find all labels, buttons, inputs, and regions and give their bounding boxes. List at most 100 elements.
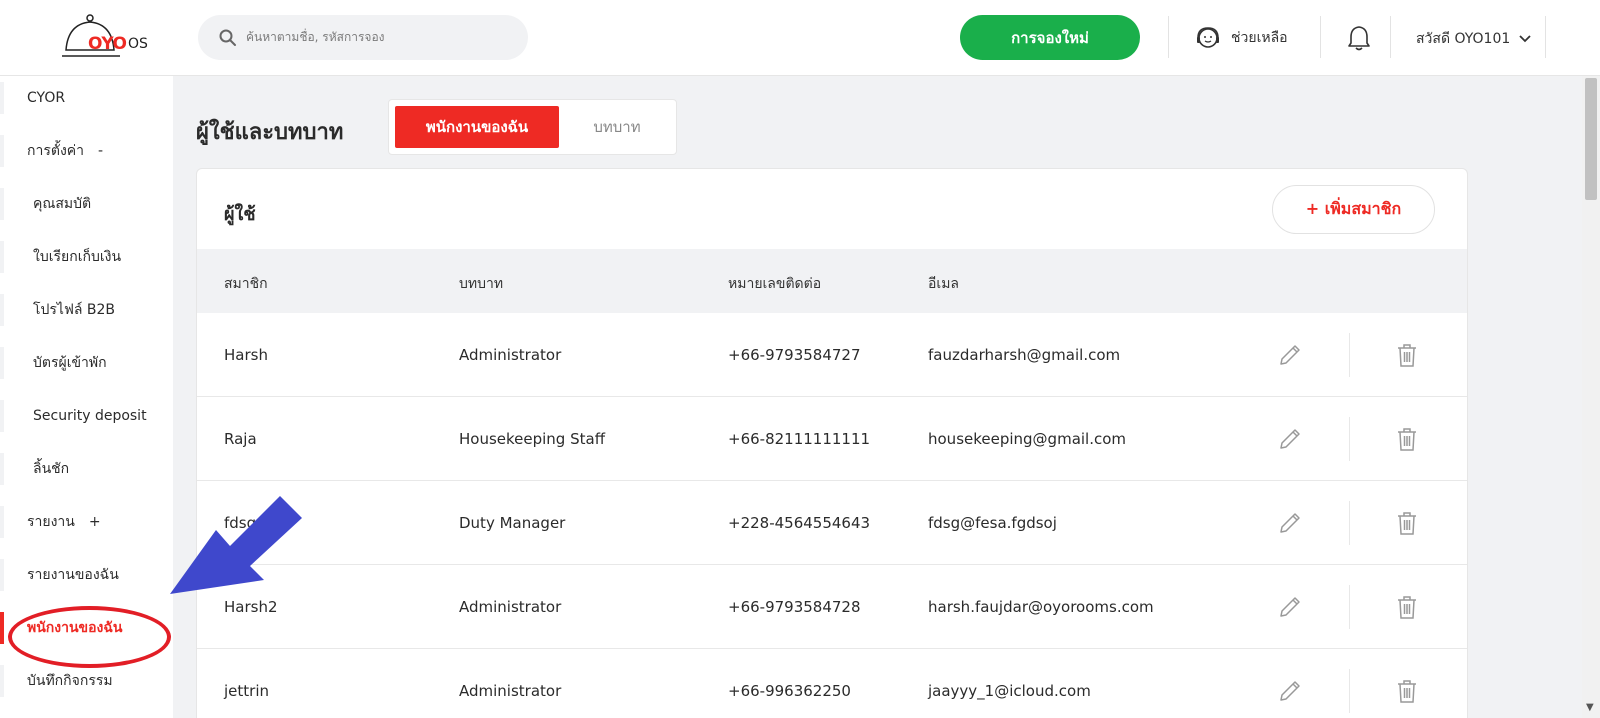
sidebar-item-indicator bbox=[0, 453, 4, 485]
top-header: OYO OS การจองใหม่ ช่วยเหลือ สวัสดี OYO10… bbox=[0, 0, 1600, 76]
help-label: ช่วยเหลือ bbox=[1231, 30, 1288, 46]
header-divider bbox=[1390, 16, 1391, 58]
notification-bell[interactable] bbox=[1346, 24, 1372, 56]
column-header-role: บทบาท bbox=[459, 276, 504, 292]
trash-icon[interactable] bbox=[1395, 342, 1419, 368]
annotation-arrow-icon bbox=[170, 496, 302, 594]
help-link[interactable]: ช่วยเหลือ bbox=[1195, 24, 1288, 52]
pencil-icon[interactable] bbox=[1277, 594, 1303, 620]
add-member-button[interactable]: + เพิ่มสมาชิก bbox=[1272, 185, 1435, 234]
search-box[interactable] bbox=[198, 15, 528, 60]
sidebar-item-label: Security deposit bbox=[33, 408, 147, 424]
member-name: jettrin bbox=[224, 682, 269, 700]
table-header: สมาชิก บทบาท หมายเลขติดต่อ อีเมล bbox=[197, 249, 1467, 313]
sidebar-item-label: การตั้งค่า bbox=[27, 143, 85, 159]
page-title: ผู้ใช้และบทบาท bbox=[196, 120, 344, 145]
pencil-icon[interactable] bbox=[1277, 342, 1303, 368]
sidebar-item-label: บัตรผู้เข้าพัก bbox=[33, 355, 107, 371]
action-divider bbox=[1349, 417, 1350, 461]
sidebar-item-properties[interactable]: คุณสมบัติ bbox=[0, 182, 173, 226]
tab-bar: พนักงานของฉัน บทบาท bbox=[388, 99, 677, 155]
column-header-email: อีเมล bbox=[928, 276, 960, 292]
member-role: Housekeeping Staff bbox=[459, 430, 606, 448]
logo-suffix: OS bbox=[128, 36, 148, 52]
bell-icon bbox=[1348, 26, 1370, 51]
table-row: Raja Housekeeping Staff +66-82111111111 … bbox=[197, 397, 1467, 481]
sidebar-item-indicator bbox=[0, 82, 4, 114]
chevron-down-icon bbox=[1519, 35, 1531, 43]
card-title: ผู้ใช้ bbox=[224, 204, 256, 225]
trash-icon[interactable] bbox=[1395, 678, 1419, 704]
sidebar-item-label: ลิ้นชัก bbox=[33, 461, 70, 477]
oyo-os-logo[interactable]: OYO OS bbox=[62, 12, 152, 62]
sidebar-item-guest-card[interactable]: บัตรผู้เข้าพัก bbox=[0, 341, 173, 385]
sidebar-item-indicator bbox=[0, 347, 4, 379]
member-role: Administrator bbox=[459, 682, 562, 700]
sidebar-item-label: ใบเรียกเก็บเงิน bbox=[33, 249, 122, 265]
member-role: Duty Manager bbox=[459, 514, 566, 532]
sidebar-item-my-reports[interactable]: รายงานของฉัน bbox=[0, 553, 173, 597]
users-card: ผู้ใช้ + เพิ่มสมาชิก สมาชิก บทบาท หมายเล… bbox=[196, 168, 1468, 718]
sidebar-item-label: บันทึกกิจกรรม bbox=[27, 673, 113, 689]
tab-my-staff[interactable]: พนักงานของฉัน bbox=[395, 106, 559, 148]
sidebar-item-b2b-profile[interactable]: โปรไฟล์ B2B bbox=[0, 288, 173, 332]
sidebar-item-indicator bbox=[0, 135, 4, 167]
pencil-icon[interactable] bbox=[1277, 510, 1303, 536]
new-booking-button[interactable]: การจองใหม่ bbox=[960, 15, 1140, 60]
sidebar-item-indicator bbox=[0, 506, 4, 538]
header-divider bbox=[1545, 16, 1546, 58]
sidebar-item-reports[interactable]: รายงาน + bbox=[0, 500, 173, 544]
member-email: fdsg@fesa.fgdsoj bbox=[928, 514, 1057, 532]
user-greeting: สวัสดี OYO101 bbox=[1416, 31, 1511, 47]
trash-icon[interactable] bbox=[1395, 594, 1419, 620]
member-role: Administrator bbox=[459, 346, 562, 364]
member-name: Harsh bbox=[224, 346, 268, 364]
sidebar-item-label: รายงานของฉัน bbox=[27, 567, 119, 583]
action-divider bbox=[1349, 333, 1350, 377]
action-divider bbox=[1349, 585, 1350, 629]
column-header-member: สมาชิก bbox=[224, 276, 268, 292]
pencil-icon[interactable] bbox=[1277, 678, 1303, 704]
member-phone: +66-996362250 bbox=[728, 682, 851, 700]
sidebar-item-indicator bbox=[0, 559, 4, 591]
sidebar-item-drawer[interactable]: ลิ้นชัก bbox=[0, 447, 173, 491]
member-email: jaayyy_1@icloud.com bbox=[928, 682, 1091, 700]
page-scrollbar[interactable]: ▼ bbox=[1582, 76, 1600, 718]
member-phone: +228-4564554643 bbox=[728, 514, 871, 532]
header-divider bbox=[1168, 16, 1169, 58]
sidebar-item-invoices[interactable]: ใบเรียกเก็บเงิน bbox=[0, 235, 173, 279]
member-email: housekeeping@gmail.com bbox=[928, 430, 1127, 448]
search-icon bbox=[219, 29, 236, 46]
action-divider bbox=[1349, 501, 1350, 545]
sidebar-item-label: คุณสมบัติ bbox=[33, 196, 92, 212]
support-agent-icon bbox=[1197, 27, 1219, 48]
sidebar-item-indicator bbox=[0, 665, 4, 697]
scroll-down-arrow-icon[interactable]: ▼ bbox=[1586, 702, 1594, 713]
member-email: harsh.faujdar@oyorooms.com bbox=[928, 598, 1154, 616]
sidebar-item-indicator bbox=[0, 188, 4, 220]
user-menu[interactable]: สวัสดี OYO101 bbox=[1416, 28, 1532, 50]
table-row: fdsg Duty Manager +228-4564554643 fdsg@f… bbox=[197, 481, 1467, 565]
sidebar-item-label: รายงาน bbox=[27, 514, 75, 530]
sidebar-item-label: CYOR bbox=[27, 90, 66, 106]
sidebar-item-indicator bbox=[0, 400, 4, 432]
sidebar-item-indicator bbox=[0, 241, 4, 273]
member-email: fauzdarharsh@gmail.com bbox=[928, 346, 1121, 364]
search-input[interactable] bbox=[246, 23, 516, 51]
header-divider bbox=[1320, 16, 1321, 58]
annotation-highlight-ellipse bbox=[8, 606, 171, 668]
table-row: Harsh Administrator +66-9793584727 fauzd… bbox=[197, 313, 1467, 397]
logo-wordmark: OYO bbox=[88, 34, 127, 54]
pencil-icon[interactable] bbox=[1277, 426, 1303, 452]
trash-icon[interactable] bbox=[1395, 426, 1419, 452]
sidebar-item-label: โปรไฟล์ B2B bbox=[33, 302, 116, 318]
sidebar-item-security-deposit[interactable]: Security deposit bbox=[0, 394, 173, 438]
sidebar-item-cyor[interactable]: CYOR bbox=[0, 76, 173, 120]
sidebar-item-settings[interactable]: การตั้งค่า - bbox=[0, 129, 173, 173]
member-name: Raja bbox=[224, 430, 257, 448]
table-row: jettrin Administrator +66-996362250 jaay… bbox=[197, 649, 1467, 718]
member-role: Administrator bbox=[459, 598, 562, 616]
trash-icon[interactable] bbox=[1395, 510, 1419, 536]
scrollbar-thumb[interactable] bbox=[1585, 78, 1597, 200]
tab-roles[interactable]: บทบาท bbox=[567, 106, 667, 148]
